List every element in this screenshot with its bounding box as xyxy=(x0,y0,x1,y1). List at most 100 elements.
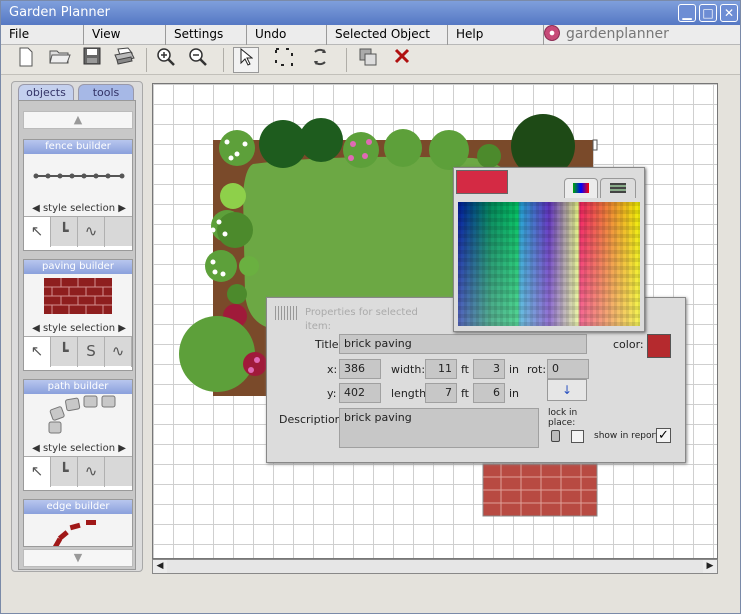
paving-preview: ◀ style selection ▶ xyxy=(24,274,132,336)
pointer-tool-icon[interactable]: ↖ xyxy=(24,457,51,487)
drag-grip-icon[interactable] xyxy=(275,306,299,320)
color-picker-popup xyxy=(453,167,645,332)
menu-view[interactable]: View xyxy=(84,25,166,45)
x-label: x: xyxy=(327,363,338,376)
brick-paving[interactable] xyxy=(482,463,598,517)
menu-selected-object[interactable]: Selected Object xyxy=(327,25,448,45)
style-selection-label: style selection xyxy=(42,323,116,334)
rot-label: rot: xyxy=(527,363,547,376)
rotation-field[interactable]: 0 xyxy=(547,359,589,379)
menu-file[interactable]: File xyxy=(1,25,84,45)
builder-tool-row: ↖ ┗ ∿ xyxy=(24,216,132,247)
marquee-select-icon[interactable] xyxy=(271,47,297,73)
pointer-tool-icon[interactable]: ↖ xyxy=(24,337,51,367)
builder-title: paving builder xyxy=(24,260,132,274)
scroll-up-button[interactable]: ▲ xyxy=(23,111,133,129)
scroll-down-button[interactable]: ▼ xyxy=(23,549,133,567)
zoom-in-icon[interactable] xyxy=(153,47,179,73)
pointer-tool-icon[interactable]: ↖ xyxy=(24,217,51,247)
curve-tool-icon[interactable]: ∿ xyxy=(78,457,105,487)
menu-undo[interactable]: Undo xyxy=(247,25,327,45)
rotation-arrow-icon[interactable]: ↓ xyxy=(547,379,587,401)
bring-to-front-icon[interactable] xyxy=(355,47,381,73)
fence-builder[interactable]: fence builder ◀ style selection ▶ ↖ ┗ ∿ xyxy=(23,139,133,251)
edge-preview xyxy=(24,514,132,549)
curve-tool-icon[interactable]: ∿ xyxy=(105,337,132,367)
style-selection[interactable]: ◀ style selection ▶ xyxy=(24,443,134,454)
width-ft-field[interactable]: 11 xyxy=(425,359,457,379)
builder-title: path builder xyxy=(24,380,132,394)
style-selection[interactable]: ◀ style selection ▶ xyxy=(24,203,134,214)
fern[interactable] xyxy=(477,144,501,168)
length-ft-field[interactable]: 7 xyxy=(425,383,457,403)
x-field[interactable]: 386 xyxy=(339,359,381,379)
shrub[interactable] xyxy=(299,118,343,162)
select-arrow-icon[interactable] xyxy=(233,47,259,73)
paving-builder[interactable]: paving builder ◀ style selection ▶ ↖ ┗ S… xyxy=(23,259,133,371)
builder-list: ▲ fence builder ◀ style selection ▶ ↖ ┗ … xyxy=(18,100,136,570)
lock-label: lock in place: xyxy=(548,408,578,428)
fence-preview-graphic xyxy=(33,173,125,179)
tools-panel: objects tools ▲ fence builder ◀ style se… xyxy=(11,81,143,572)
fern[interactable] xyxy=(227,284,247,304)
rose-bush[interactable] xyxy=(243,352,267,376)
shrub[interactable] xyxy=(220,183,246,209)
length-in-unit: in xyxy=(509,387,520,400)
shrub[interactable] xyxy=(217,212,253,248)
lock-checkbox[interactable] xyxy=(571,430,584,443)
app-window: Garden Planner ▁ □ ✕ File View Settings … xyxy=(0,0,741,614)
builder-title: edge builder xyxy=(24,500,132,514)
y-field[interactable]: 402 xyxy=(339,383,381,403)
zoom-out-icon[interactable] xyxy=(185,47,211,73)
style-selection[interactable]: ◀ style selection ▶ xyxy=(24,323,134,334)
color-grid[interactable] xyxy=(458,202,640,326)
toolbar xyxy=(1,45,740,75)
title-field[interactable]: brick paving xyxy=(339,334,587,354)
print-icon[interactable] xyxy=(111,47,137,73)
shrub[interactable] xyxy=(429,130,469,170)
menu-help[interactable]: Help xyxy=(448,25,544,45)
flowering-shrub[interactable] xyxy=(219,130,255,166)
tab-swatches[interactable] xyxy=(600,178,636,198)
flowering-shrub[interactable] xyxy=(205,250,237,282)
length-in-field[interactable]: 6 xyxy=(473,383,505,403)
s-curve-tool-icon[interactable]: S xyxy=(78,337,105,367)
new-icon[interactable] xyxy=(13,47,39,73)
maximize-icon[interactable]: □ xyxy=(699,4,717,22)
tab-tools[interactable]: tools xyxy=(78,84,134,100)
save-icon[interactable] xyxy=(79,47,105,73)
scroll-left-icon[interactable]: ◀ xyxy=(153,560,167,573)
width-ft-unit: ft xyxy=(461,363,469,376)
color-swatch[interactable] xyxy=(647,334,671,358)
width-in-field[interactable]: 3 xyxy=(473,359,505,379)
delete-icon[interactable] xyxy=(389,47,415,73)
menu-settings[interactable]: Settings xyxy=(166,25,247,45)
length-ft-unit: ft xyxy=(461,387,469,400)
straight-line-tool-icon[interactable]: ┗ xyxy=(51,217,78,247)
path-builder[interactable]: path builder ◀ style selection ▶ ↖ ┗ ∿ xyxy=(23,379,133,491)
open-icon[interactable] xyxy=(47,47,73,73)
curve-tool-icon[interactable]: ∿ xyxy=(78,217,105,247)
color-label: color: xyxy=(613,338,644,351)
description-field[interactable]: brick paving xyxy=(339,408,539,448)
shrub[interactable] xyxy=(384,129,422,167)
fern[interactable] xyxy=(239,256,259,276)
tree[interactable] xyxy=(179,316,255,392)
length-label: length: xyxy=(391,387,430,400)
style-selection-label: style selection xyxy=(42,203,116,214)
brick-preview-graphic xyxy=(44,278,112,314)
straight-line-tool-icon[interactable]: ┗ xyxy=(51,337,78,367)
flowering-shrub[interactable] xyxy=(343,132,379,168)
scroll-right-icon[interactable]: ▶ xyxy=(703,560,717,573)
straight-line-tool-icon[interactable]: ┗ xyxy=(51,457,78,487)
window-title: Garden Planner xyxy=(9,5,111,20)
tab-spectrum[interactable] xyxy=(564,178,598,198)
edge-builder[interactable]: edge builder xyxy=(23,499,133,549)
horizontal-scrollbar[interactable]: ◀ ▶ xyxy=(152,559,718,574)
close-icon[interactable]: ✕ xyxy=(720,4,738,22)
tab-objects[interactable]: objects xyxy=(18,84,74,100)
minimize-icon[interactable]: ▁ xyxy=(678,4,696,22)
selection-handle[interactable] xyxy=(592,139,598,151)
rotate-icon[interactable] xyxy=(307,47,333,73)
show-in-report-checkbox[interactable]: ✓ xyxy=(656,428,671,443)
